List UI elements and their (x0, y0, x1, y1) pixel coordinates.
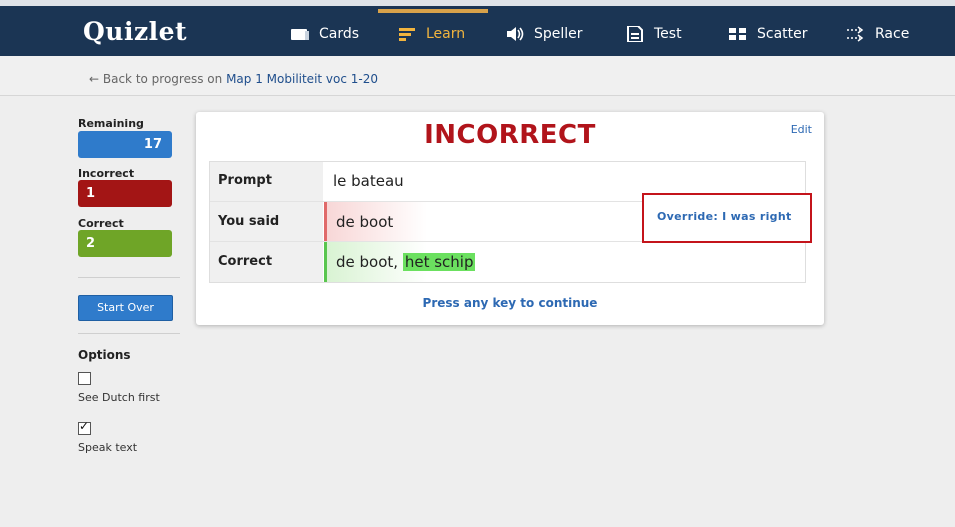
tab-learn-label: Learn (426, 26, 466, 42)
speaker-icon (505, 26, 525, 42)
active-tab-indicator (378, 9, 488, 13)
top-navbar: Quizlet Cards Learn Speller Test Scatter (0, 0, 955, 56)
speak-text-label[interactable]: Speak text (78, 441, 137, 454)
correct-answer-plain: de boot, (336, 253, 399, 271)
override-label: Override: I was right (657, 210, 792, 223)
correct-value-cell: de boot, het schip (324, 242, 809, 282)
see-dutch-first-checkbox[interactable] (78, 372, 91, 385)
learn-icon (397, 26, 417, 42)
correct-answer-label: Correct (218, 254, 273, 269)
back-to-progress-text[interactable]: ← Back to progress on (89, 72, 222, 86)
tab-race-label: Race (875, 26, 910, 42)
you-said-label-cell: You said (209, 202, 323, 242)
tab-test-label: Test (654, 26, 682, 42)
tab-scatter-label: Scatter (757, 26, 808, 42)
speak-text-checkbox[interactable] (78, 419, 91, 435)
tab-cards[interactable]: Cards (290, 26, 359, 42)
prompt-value: le bateau (333, 172, 404, 190)
incorrect-label: Incorrect (78, 167, 135, 180)
you-said-label: You said (218, 214, 280, 229)
correct-count-badge: 2 (78, 230, 172, 257)
correct-count: 2 (86, 236, 96, 251)
top-border-strip (0, 0, 955, 6)
override-i-was-right-button[interactable]: Override: I was right (642, 193, 812, 243)
correct-answer-row: Correct de boot, het schip (209, 241, 809, 282)
edit-link[interactable]: Edit (791, 123, 812, 136)
remaining-count: 17 (143, 137, 162, 152)
start-over-button[interactable]: Start Over (78, 295, 173, 321)
tab-speller[interactable]: Speller (505, 26, 583, 42)
incorrect-count-badge: 1 (78, 180, 172, 207)
tab-cards-label: Cards (319, 26, 360, 42)
options-title: Options (78, 348, 131, 362)
result-title: INCORRECT (424, 120, 596, 150)
correct-label: Correct (78, 217, 124, 230)
correct-answer-value: de boot, het schip (336, 253, 476, 271)
remaining-label: Remaining (78, 117, 144, 130)
race-icon (846, 26, 866, 42)
set-name-link[interactable]: Map 1 Mobiliteit voc 1-20 (226, 72, 378, 86)
tab-test[interactable]: Test (625, 25, 682, 43)
quizlet-logo[interactable]: Quizlet (83, 17, 187, 46)
press-any-key-prompt[interactable]: Press any key to continue (196, 296, 824, 310)
tab-race[interactable]: Race (846, 26, 909, 42)
sidebar-divider (78, 333, 180, 334)
prompt-label-cell: Prompt (209, 161, 323, 201)
breadcrumb: ← Back to progress on Map 1 Mobiliteit v… (89, 72, 378, 86)
scatter-icon (728, 26, 748, 42)
correct-answer-highlight: het schip (402, 253, 476, 271)
tab-learn[interactable]: Learn (397, 26, 465, 42)
correct-label-cell: Correct (209, 242, 323, 282)
prompt-label: Prompt (218, 173, 272, 188)
tab-speller-label: Speller (534, 26, 583, 42)
see-dutch-first-label[interactable]: See Dutch first (78, 391, 160, 404)
incorrect-count: 1 (86, 186, 96, 201)
breadcrumb-bar: ← Back to progress on Map 1 Mobiliteit v… (0, 56, 955, 96)
test-document-icon (625, 25, 645, 43)
you-said-value: de boot (336, 213, 394, 231)
cards-icon (290, 26, 310, 42)
sidebar-divider (78, 277, 180, 278)
tab-scatter[interactable]: Scatter (728, 26, 808, 42)
remaining-count-badge: 17 (78, 131, 172, 158)
